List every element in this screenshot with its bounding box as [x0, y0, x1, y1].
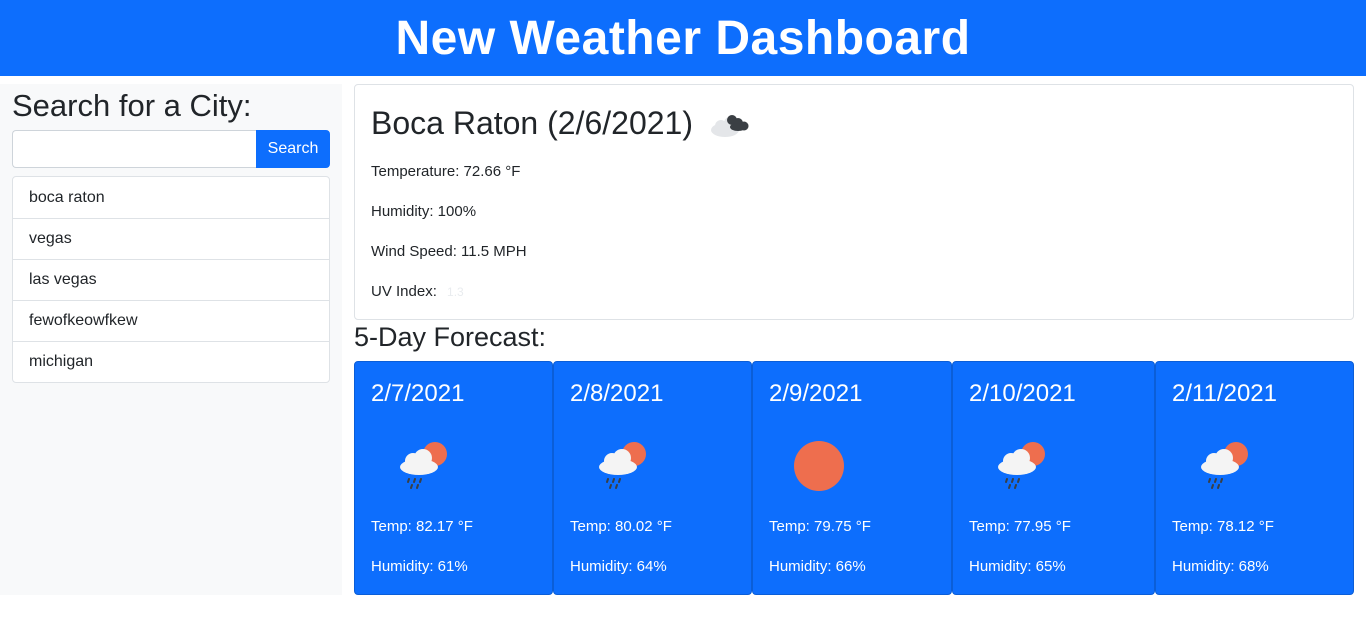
rain-sun-icon	[998, 442, 1045, 489]
forecast-humidity: Humidity: 64%	[570, 558, 667, 575]
history-item-vegas[interactable]: vegas	[13, 218, 329, 259]
search-button[interactable]: Search	[256, 130, 330, 168]
sidebar: Search for a City: Search boca raton veg…	[0, 84, 342, 595]
forecast-humidity: Humidity: 66%	[769, 558, 866, 575]
forecast-temp: Temp: 77.95 °F	[969, 518, 1071, 535]
city-search-input[interactable]	[12, 130, 256, 168]
current-temperature: Temperature: 72.66 °F	[371, 163, 521, 180]
forecast-cards: 2/7/2021 Temp: 82.17 °F Humidity: 61% 2/…	[354, 361, 1354, 595]
history-item-michigan[interactable]: michigan	[13, 341, 329, 382]
history-item-boca-raton[interactable]: boca raton	[13, 177, 329, 218]
forecast-humidity: Humidity: 65%	[969, 558, 1066, 575]
search-form: Search	[12, 130, 330, 168]
history-item-fewofkeowfkew[interactable]: fewofkeowfkew	[13, 300, 329, 341]
cloudy-icon	[710, 114, 749, 137]
forecast-card: 2/11/2021 Temp: 78.12 °F Humidity: 68%	[1155, 361, 1354, 595]
forecast-humidity: Humidity: 61%	[371, 558, 468, 575]
forecast-temp: Temp: 82.17 °F	[371, 518, 473, 535]
forecast-card: 2/9/2021 Temp: 79.75 °F Humidity: 66%	[752, 361, 952, 595]
forecast-date: 2/7/2021	[371, 380, 465, 407]
search-history-list: boca raton vegas las vegas fewofkeowfkew…	[12, 176, 330, 383]
forecast-card: 2/8/2021 Temp: 80.02 °F Humidity: 64%	[553, 361, 752, 595]
current-uv-index: UV Index: 1.3	[371, 283, 464, 300]
uv-index-label: UV Index:	[371, 283, 437, 300]
forecast-temp: Temp: 80.02 °F	[570, 518, 672, 535]
forecast-temp: Temp: 79.75 °F	[769, 518, 871, 535]
sun-icon	[794, 441, 844, 491]
search-heading: Search for a City:	[12, 88, 252, 123]
forecast-heading: 5-Day Forecast:	[354, 322, 547, 352]
forecast-date: 2/9/2021	[769, 380, 863, 407]
rain-sun-icon	[1201, 442, 1248, 489]
forecast-card: 2/10/2021 Temp: 77.95 °F Humidity: 65%	[952, 361, 1155, 595]
uv-index-value: 1.3	[447, 285, 464, 299]
rain-sun-icon	[400, 442, 447, 489]
forecast-date: 2/8/2021	[570, 380, 664, 407]
current-city-title: Boca Raton (2/6/2021)	[371, 105, 693, 141]
page-title: New Weather Dashboard	[395, 11, 971, 65]
current-weather-heading: Boca Raton (2/6/2021)	[371, 105, 751, 142]
forecast-humidity: Humidity: 68%	[1172, 558, 1269, 575]
rain-sun-icon	[599, 442, 646, 489]
current-humidity: Humidity: 100%	[371, 203, 477, 220]
forecast-date: 2/10/2021	[969, 380, 1076, 407]
forecast-card: 2/7/2021 Temp: 82.17 °F Humidity: 61%	[354, 361, 553, 595]
app-header: New Weather Dashboard	[0, 0, 1366, 76]
current-wind-speed: Wind Speed: 11.5 MPH	[371, 243, 527, 260]
current-weather-card: Boca Raton (2/6/2021) Temperature: 72.66…	[354, 84, 1354, 320]
forecast-temp: Temp: 78.12 °F	[1172, 518, 1274, 535]
forecast-date: 2/11/2021	[1172, 380, 1277, 407]
history-item-las-vegas[interactable]: las vegas	[13, 259, 329, 300]
